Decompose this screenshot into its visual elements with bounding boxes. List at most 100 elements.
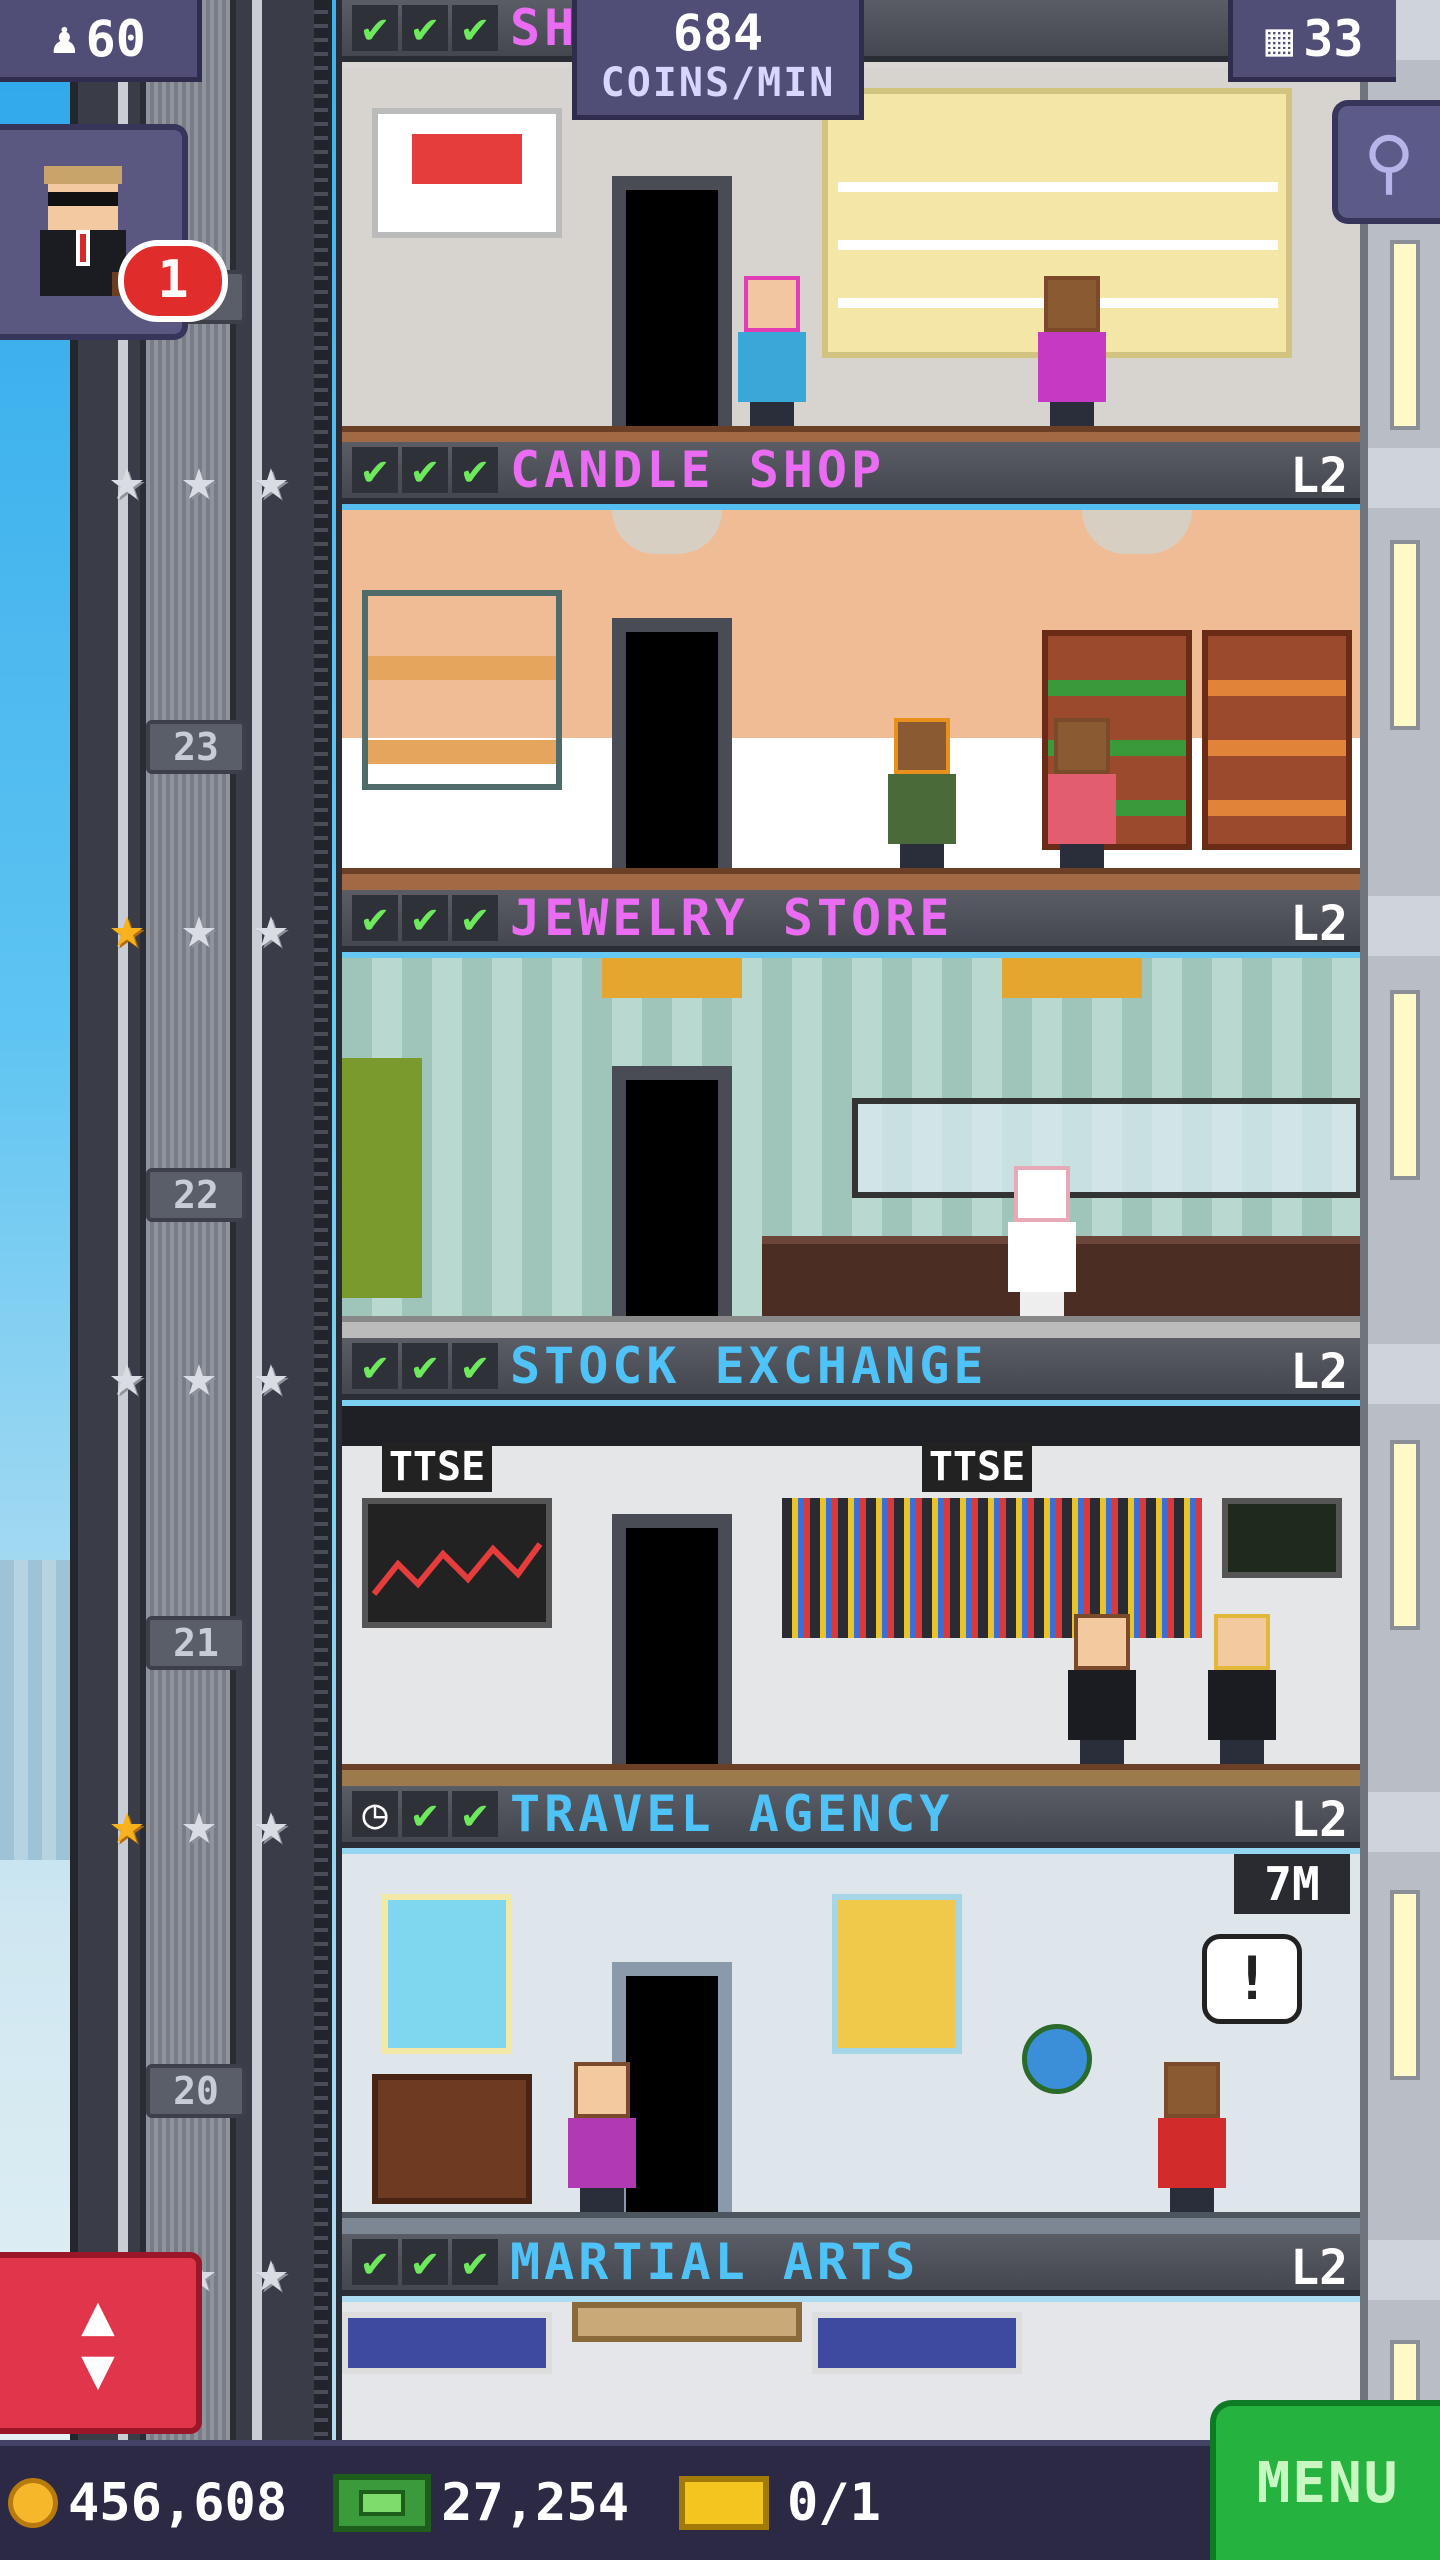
stock-chart-screen xyxy=(362,1498,552,1628)
floor-name: TRAVEL AGENCY xyxy=(510,1786,954,1843)
bitizen-worker[interactable] xyxy=(1152,2062,1232,2212)
travel-poster xyxy=(382,1894,512,2054)
floor-name: CANDLE SHOP xyxy=(510,442,886,499)
floor-door xyxy=(612,176,732,426)
bunny-costume-bitizen[interactable] xyxy=(1002,1166,1082,1316)
jewelry-store-room xyxy=(342,958,1360,1338)
gold-star-icon: ★ xyxy=(109,1789,145,1857)
globe-icon xyxy=(1022,2024,1092,2094)
bitizen-worker[interactable] xyxy=(1202,1614,1282,1764)
floor-checks: ◷ ✔ ✔ xyxy=(352,1791,498,1837)
menu-button[interactable]: MENU xyxy=(1210,2400,1440,2560)
silver-star-icon: ★ xyxy=(253,1341,289,1409)
floor-level: L2 xyxy=(1290,1344,1348,1400)
stock-line-icon xyxy=(371,1542,543,1596)
floor-number: 22 xyxy=(146,1168,246,1222)
floor-surface xyxy=(342,426,1360,442)
building-window xyxy=(1390,990,1420,1180)
floor-stars: ★ ★ ★ xyxy=(96,1792,302,1854)
coins-per-min-value: 684 xyxy=(672,3,764,62)
coins-value: 456,608 xyxy=(68,2473,288,2533)
bitizen-worker[interactable] xyxy=(1032,276,1112,426)
customer[interactable] xyxy=(562,2062,642,2212)
floor-checks: ✔ ✔ ✔ xyxy=(352,1343,498,1389)
floor-martial-arts[interactable]: ✔ ✔ ✔ MARTIAL ARTS L2 xyxy=(336,2234,1360,2440)
silver-star-icon: ★ xyxy=(181,1789,217,1857)
check-icon: ✔ xyxy=(352,895,398,941)
magnifier-icon: ⚲ xyxy=(1363,121,1415,203)
population-value: 60 xyxy=(85,9,146,68)
ttse-sign: TTSE xyxy=(382,1442,492,1492)
floor-count-value: 33 xyxy=(1303,9,1364,68)
floor-name: SH xyxy=(510,0,579,57)
building-icon: ▦ xyxy=(1265,11,1294,66)
shoe-icon xyxy=(412,134,522,184)
game-screen: 24 23 22 21 20 ★ ★ ★ ★ ★ ★ ★ ★ ★ ★ ★ ★ ★… xyxy=(0,0,1440,2560)
restock-timer: 7M xyxy=(1234,1854,1350,1914)
floor-level: L2 xyxy=(1290,448,1348,504)
check-icon: ✔ xyxy=(452,895,498,941)
exclamation-bubble-icon[interactable]: ! xyxy=(1202,1934,1302,2024)
torii-gate xyxy=(572,2302,802,2342)
martial-arts-room xyxy=(342,2302,1360,2440)
elevator-cable xyxy=(314,0,328,2440)
check-icon: ✔ xyxy=(352,2239,398,2285)
floor-level: L2 xyxy=(1290,1792,1348,1848)
floor-checks: ✔ ✔ ✔ xyxy=(352,447,498,493)
sky-background xyxy=(0,0,70,2560)
down-arrow-icon: ▼ xyxy=(81,2337,115,2402)
floor-checks: ✔ ✔ ✔ xyxy=(352,895,498,941)
check-icon: ✔ xyxy=(402,5,448,51)
green-monitor xyxy=(1222,1498,1342,1578)
floor-stars: ★ ★ ★ xyxy=(96,448,302,510)
elevator-rail xyxy=(252,0,262,2440)
travel-poster xyxy=(832,1894,962,2054)
bitizen-worker[interactable] xyxy=(1062,1614,1142,1764)
coin-icon xyxy=(8,2478,58,2528)
floor-stock-exchange[interactable]: ✔ ✔ ✔ STOCK EXCHANGE L2 TTSE TTSE xyxy=(336,1338,1360,1786)
display-case xyxy=(852,1098,1360,1198)
floor-name: JEWELRY STORE xyxy=(510,890,954,947)
floor-travel-agency[interactable]: ◷ ✔ ✔ TRAVEL AGENCY L2 7M ! xyxy=(336,1786,1360,2234)
check-icon: ✔ xyxy=(452,447,498,493)
up-arrow-icon: ▲ xyxy=(81,2283,115,2348)
check-icon: ✔ xyxy=(452,1791,498,1837)
elevator-rail xyxy=(118,0,128,2440)
potted-plant xyxy=(342,1058,422,1298)
coins-stat[interactable]: 456,608 xyxy=(8,2473,287,2533)
building-window xyxy=(1390,1890,1420,2080)
floor-jewelry-store[interactable]: ✔ ✔ ✔ JEWELRY STORE L2 xyxy=(336,890,1360,1338)
tickets-stat[interactable]: 0/1 xyxy=(637,2473,881,2533)
zoom-button[interactable]: ⚲ xyxy=(1332,100,1440,224)
dojo-banner xyxy=(342,2312,552,2374)
candle-shelf xyxy=(362,590,562,790)
silver-star-icon: ★ xyxy=(253,2237,289,2305)
floor-count-counter[interactable]: ▦ 33 xyxy=(1228,0,1396,82)
tickets-value: 0/1 xyxy=(787,2473,881,2533)
candle-shop-room xyxy=(342,510,1360,890)
bitizen-worker[interactable] xyxy=(882,718,962,868)
floor-name: STOCK EXCHANGE xyxy=(510,1338,988,1395)
floor-name: MARTIAL ARTS xyxy=(510,2234,920,2291)
golden-ticket-icon xyxy=(679,2476,769,2530)
population-counter[interactable]: ♟ 60 xyxy=(0,0,202,82)
floor-header: ✔ ✔ ✔ CANDLE SHOP L2 xyxy=(342,442,1360,504)
silver-star-icon: ★ xyxy=(253,445,289,513)
bux-stat[interactable]: 27,254 xyxy=(295,2473,629,2533)
floor-level: L2 xyxy=(1290,896,1348,952)
check-icon: ✔ xyxy=(452,2239,498,2285)
candle-shelf xyxy=(1202,630,1352,850)
elevator-button[interactable]: ▲ ▼ xyxy=(0,2252,202,2434)
floor-stars: ★ ★ ★ xyxy=(96,1344,302,1406)
city-skyline xyxy=(0,1560,70,1860)
floor-header: ◷ ✔ ✔ TRAVEL AGENCY L2 xyxy=(342,1786,1360,1848)
customer[interactable] xyxy=(1042,718,1122,868)
customer[interactable] xyxy=(732,276,812,426)
vip-button[interactable]: 1 xyxy=(0,124,228,340)
floor-candle-shop[interactable]: ✔ ✔ ✔ CANDLE SHOP L2 xyxy=(336,442,1360,890)
floor-header: ✔ ✔ ✔ STOCK EXCHANGE L2 xyxy=(342,1338,1360,1400)
chandelier xyxy=(1002,958,1142,998)
travel-agency-room: 7M ! xyxy=(342,1854,1360,2234)
chandelier xyxy=(602,958,742,998)
notification-badge: 1 xyxy=(118,240,228,322)
